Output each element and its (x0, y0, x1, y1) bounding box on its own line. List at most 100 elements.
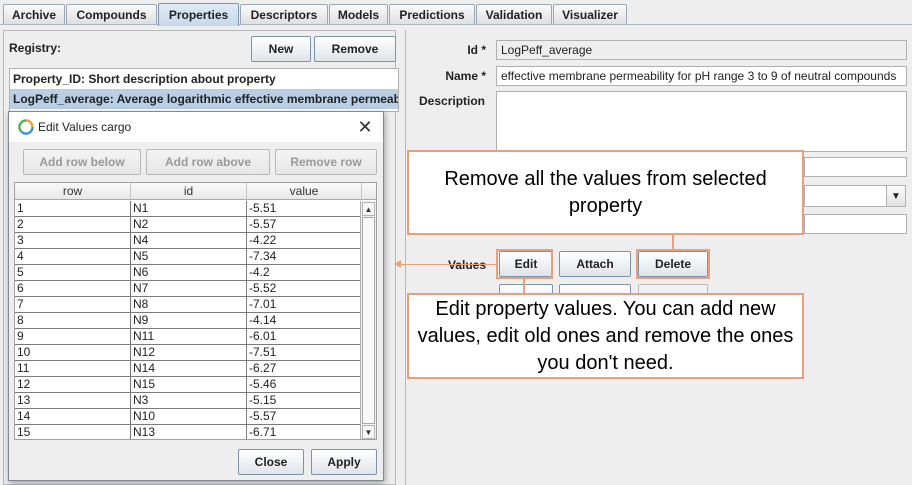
cell-id[interactable]: N14 (131, 361, 247, 376)
table-row[interactable]: 8 N9 -4.14 (15, 313, 361, 329)
cell-row[interactable]: 13 (15, 393, 131, 408)
cell-id[interactable]: N7 (131, 281, 247, 296)
column-header-id[interactable]: id (131, 183, 247, 200)
cell-id[interactable]: N10 (131, 409, 247, 424)
cell-value[interactable]: -5.52 (247, 281, 361, 296)
cell-id[interactable]: N13 (131, 425, 247, 439)
tab-descriptors[interactable]: Descriptors (240, 4, 328, 25)
cell-value[interactable]: -4.14 (247, 313, 361, 328)
scroll-down-icon[interactable]: ▼ (362, 425, 375, 439)
table-row[interactable]: 15 N13 -6.71 (15, 425, 361, 439)
cell-id[interactable]: N5 (131, 249, 247, 264)
name-field[interactable]: effective membrane permeability for pH r… (496, 66, 907, 86)
tab-visualizer[interactable]: Visualizer (553, 4, 627, 25)
add-row-below-button[interactable]: Add row below (23, 149, 141, 175)
cell-id[interactable]: N11 (131, 329, 247, 344)
cell-value[interactable]: -6.27 (247, 361, 361, 376)
tab-compounds[interactable]: Compounds (66, 4, 157, 25)
close-button[interactable]: Close (238, 449, 304, 475)
table-row[interactable]: 10 N12 -7.51 (15, 345, 361, 361)
cell-id[interactable]: N2 (131, 217, 247, 232)
close-icon[interactable]: ✕ (355, 117, 375, 138)
column-header-row[interactable]: row (15, 183, 131, 200)
cell-value[interactable]: -4.2 (247, 265, 361, 280)
remove-row-button[interactable]: Remove row (275, 149, 377, 175)
cell-value[interactable]: -5.57 (247, 217, 361, 232)
table-row[interactable]: 11 N14 -6.27 (15, 361, 361, 377)
cell-row[interactable]: 1 (15, 201, 131, 216)
cell-value[interactable]: -5.51 (247, 201, 361, 216)
table-scrollbar[interactable]: ▲ ▼ (360, 201, 376, 439)
table-row[interactable]: 9 N11 -6.01 (15, 329, 361, 345)
registry-row[interactable]: Property_ID: Short description about pro… (10, 69, 398, 89)
cell-row[interactable]: 5 (15, 265, 131, 280)
tab-properties[interactable]: Properties (158, 3, 239, 26)
cell-value[interactable]: -7.34 (247, 249, 361, 264)
cell-value[interactable]: -6.01 (247, 329, 361, 344)
table-row[interactable]: 12 N15 -5.46 (15, 377, 361, 393)
edit-values-button[interactable]: Edit (499, 251, 553, 277)
cell-value[interactable]: -6.71 (247, 425, 361, 439)
cell-value[interactable]: -7.01 (247, 297, 361, 312)
cell-row[interactable]: 14 (15, 409, 131, 424)
cell-id[interactable]: N15 (131, 377, 247, 392)
scroll-thumb[interactable] (362, 217, 375, 424)
cell-value[interactable]: -7.51 (247, 345, 361, 360)
table-row[interactable]: 5 N6 -4.2 (15, 265, 361, 281)
apply-button[interactable]: Apply (311, 449, 377, 475)
tab-validation[interactable]: Validation (476, 4, 552, 25)
attach-values-button[interactable]: Attach (559, 251, 631, 277)
table-row[interactable]: 6 N7 -5.52 (15, 281, 361, 297)
description-field[interactable] (496, 91, 907, 152)
new-property-button[interactable]: New (251, 36, 311, 62)
cell-id[interactable]: N9 (131, 313, 247, 328)
cell-id[interactable]: N1 (131, 201, 247, 216)
cell-row[interactable]: 10 (15, 345, 131, 360)
table-row[interactable]: 4 N5 -7.34 (15, 249, 361, 265)
cell-row[interactable]: 8 (15, 313, 131, 328)
table-row[interactable]: 2 N2 -5.57 (15, 217, 361, 233)
cell-row[interactable]: 15 (15, 425, 131, 439)
cell-id[interactable]: N3 (131, 393, 247, 408)
table-row[interactable]: 13 N3 -5.15 (15, 393, 361, 409)
cell-id[interactable]: N12 (131, 345, 247, 360)
combo-field[interactable] (804, 185, 887, 207)
cell-id[interactable]: N6 (131, 265, 247, 280)
remove-property-button[interactable]: Remove (314, 36, 396, 62)
add-row-above-button[interactable]: Add row above (146, 149, 270, 175)
delete-values-button[interactable]: Delete (638, 251, 708, 277)
cell-row[interactable]: 6 (15, 281, 131, 296)
cell-value[interactable]: -5.57 (247, 409, 361, 424)
cell-row[interactable]: 7 (15, 297, 131, 312)
column-header-value[interactable]: value (247, 183, 362, 200)
table-row[interactable]: 7 N8 -7.01 (15, 297, 361, 313)
registry-list: Property_ID: Short description about pro… (9, 68, 399, 112)
cell-value[interactable]: -5.15 (247, 393, 361, 408)
tab-predictions[interactable]: Predictions (389, 4, 475, 25)
delete-callout-text: Remove all the values from selected prop… (444, 167, 767, 217)
name-label: Name * (445, 69, 486, 83)
cell-value[interactable]: -4.22 (247, 233, 361, 248)
tab-archive[interactable]: Archive (3, 4, 65, 25)
cell-id[interactable]: N8 (131, 297, 247, 312)
cell-row[interactable]: 12 (15, 377, 131, 392)
cell-row[interactable]: 4 (15, 249, 131, 264)
table-row[interactable]: 1 N1 -5.51 (15, 201, 361, 217)
cell-row[interactable]: 2 (15, 217, 131, 232)
cell-row[interactable]: 11 (15, 361, 131, 376)
edit-connector (523, 278, 525, 294)
registry-row-selected[interactable]: LogPeff_average: Average logarithmic eff… (10, 89, 398, 109)
id-field[interactable]: LogPeff_average (496, 40, 907, 60)
text-field-2[interactable] (804, 214, 907, 234)
cell-id[interactable]: N4 (131, 233, 247, 248)
cell-value[interactable]: -5.46 (247, 377, 361, 392)
table-row[interactable]: 3 N4 -4.22 (15, 233, 361, 249)
cell-row[interactable]: 3 (15, 233, 131, 248)
text-field-1[interactable] (804, 157, 907, 177)
cell-row[interactable]: 9 (15, 329, 131, 344)
tab-models[interactable]: Models (329, 4, 388, 25)
table-row[interactable]: 14 N10 -5.57 (15, 409, 361, 425)
scroll-up-icon[interactable]: ▲ (362, 202, 375, 216)
dialog-title: Edit Values cargo (38, 120, 132, 134)
chevron-down-icon[interactable]: ▼ (886, 185, 906, 207)
